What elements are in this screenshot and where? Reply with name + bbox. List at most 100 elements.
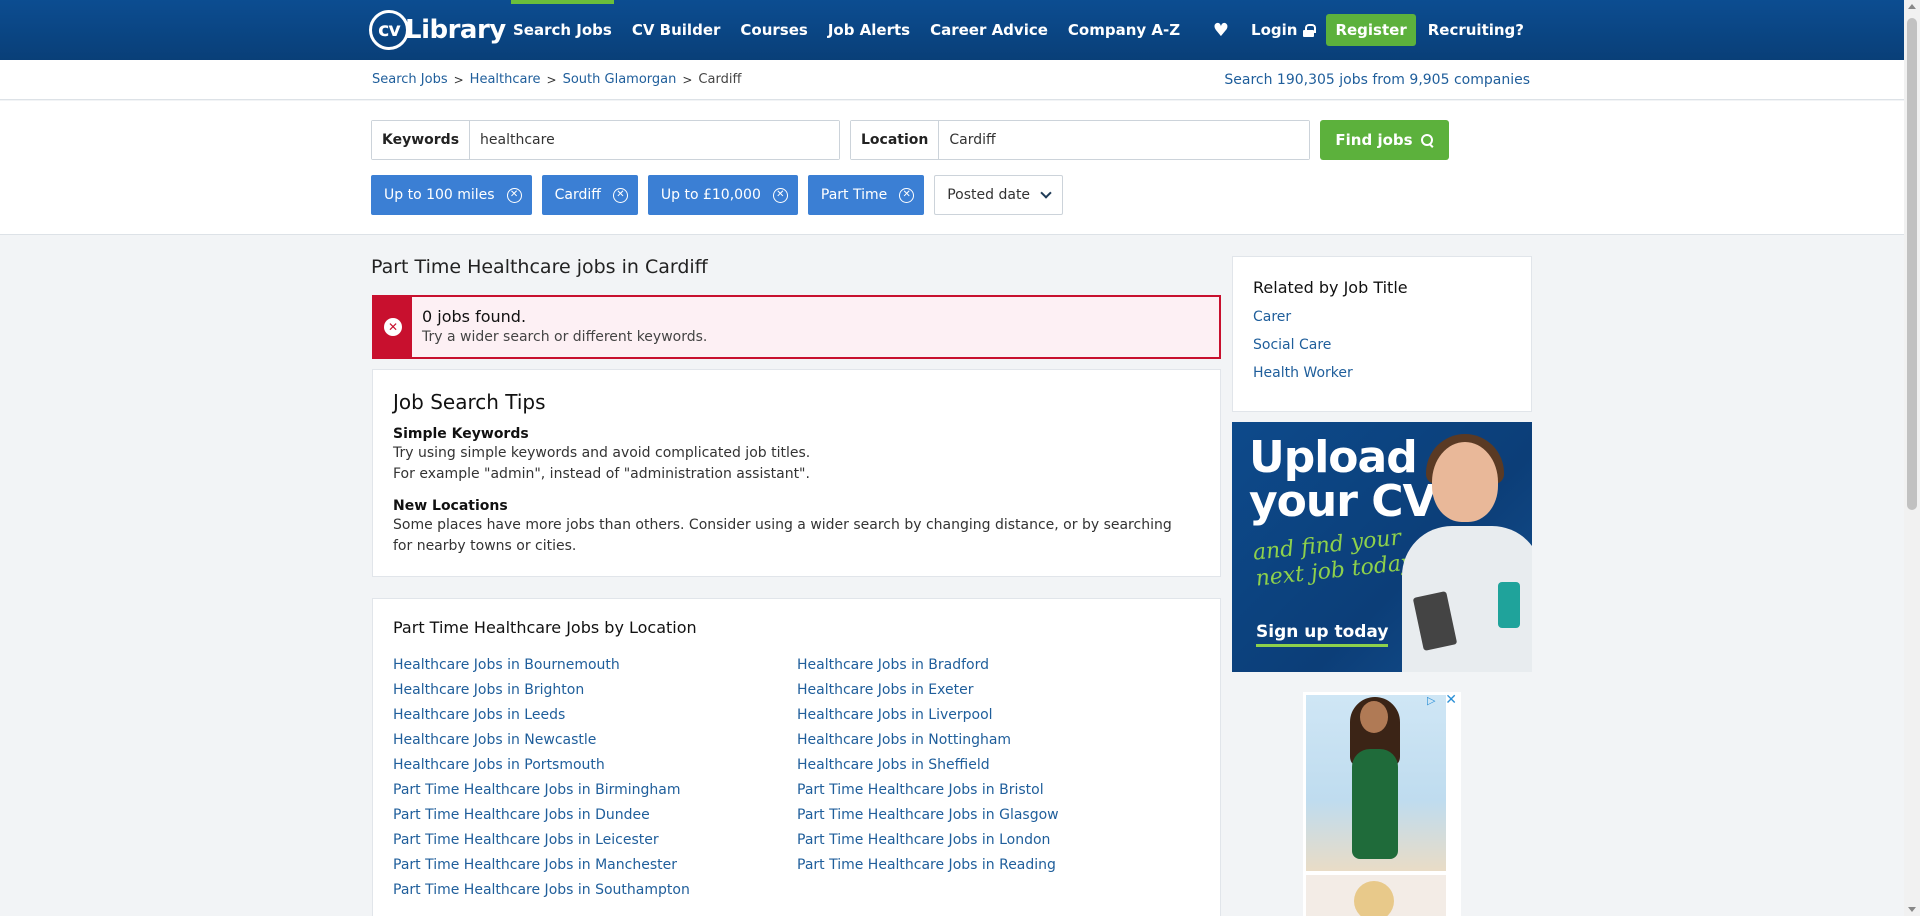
register-button[interactable]: Register: [1326, 14, 1416, 46]
filter-chip-label: Up to £10,000: [660, 187, 761, 203]
location-label: Location: [851, 121, 940, 159]
location-links-list: Healthcare Jobs in Bournemouth Healthcar…: [393, 653, 1193, 903]
nav-job-alerts[interactable]: Job Alerts: [818, 0, 920, 60]
search-icon: [1420, 133, 1434, 147]
keywords-input[interactable]: [470, 121, 839, 159]
breadcrumb-south-glamorgan[interactable]: South Glamorgan: [563, 72, 677, 87]
search-panel: Keywords Location Find jobs Up to 100 mi…: [0, 101, 1904, 235]
saved-jobs-heart-icon[interactable]: ♥: [1213, 20, 1229, 41]
filter-chip-salary[interactable]: Up to £10,000 ✕: [647, 175, 798, 215]
breadcrumb-separator: >: [546, 72, 557, 87]
find-jobs-label: Find jobs: [1335, 131, 1413, 149]
location-link[interactable]: Part Time Healthcare Jobs in Bristol: [797, 778, 1193, 803]
location-link[interactable]: Part Time Healthcare Jobs in Glasgow: [797, 803, 1193, 828]
companies-link[interactable]: companies: [1454, 72, 1530, 88]
location-link[interactable]: Healthcare Jobs in Exeter: [797, 678, 1193, 703]
tip-text: Try using simple keywords and avoid comp…: [393, 445, 811, 461]
cv-library-logo[interactable]: cv Library: [369, 9, 506, 51]
jobs-by-location-title: Part Time Healthcare Jobs by Location: [393, 618, 697, 637]
find-jobs-button[interactable]: Find jobs: [1320, 120, 1449, 160]
alert-message: Try a wider search or different keywords…: [422, 329, 708, 345]
adchoices-icon[interactable]: ▷: [1427, 694, 1439, 707]
related-link-carer[interactable]: Carer: [1253, 307, 1353, 335]
location-link[interactable]: Part Time Healthcare Jobs in London: [797, 828, 1193, 853]
main-nav: Search Jobs CV Builder Courses Job Alert…: [511, 0, 1190, 60]
logo-text: Library: [405, 15, 506, 45]
location-link[interactable]: Healthcare Jobs in Brighton: [393, 678, 797, 703]
related-link-social-care[interactable]: Social Care: [1253, 335, 1353, 363]
filter-chip-location[interactable]: Cardiff ✕: [541, 175, 638, 215]
job-search-tips: Job Search Tips Simple Keywords Try usin…: [372, 369, 1221, 577]
remove-filter-icon[interactable]: ✕: [772, 187, 788, 203]
breadcrumb-separator: >: [682, 72, 693, 87]
location-link[interactable]: Healthcare Jobs in Bradford: [797, 653, 1193, 678]
location-link[interactable]: Healthcare Jobs in Nottingham: [797, 728, 1193, 753]
location-field: Location: [850, 120, 1310, 160]
scroll-up-arrow-icon[interactable]: [1908, 4, 1916, 9]
advert-image: [1306, 695, 1446, 871]
nav-career-advice[interactable]: Career Advice: [920, 0, 1058, 60]
remove-filter-icon[interactable]: ✕: [506, 187, 522, 203]
remove-filter-icon[interactable]: ✕: [612, 187, 628, 203]
related-link-health-worker[interactable]: Health Worker: [1253, 363, 1353, 391]
breadcrumb: Search Jobs > Healthcare > South Glamorg…: [372, 72, 741, 87]
breadcrumb-bar: Search Jobs > Healthcare > South Glamorg…: [0, 60, 1904, 100]
top-navigation-bar: cv Library Search Jobs CV Builder Course…: [0, 0, 1904, 60]
nav-courses[interactable]: Courses: [730, 0, 817, 60]
job-count-jobs: 190,305: [1276, 72, 1335, 88]
chevron-down-icon: [1040, 187, 1052, 199]
location-link[interactable]: Part Time Healthcare Jobs in Reading: [797, 853, 1193, 878]
remove-filter-icon[interactable]: ✕: [899, 187, 915, 203]
nav-search-jobs[interactable]: Search Jobs: [511, 0, 622, 60]
login-label: Login: [1251, 21, 1298, 39]
location-link[interactable]: Part Time Healthcare Jobs in Dundee: [393, 803, 797, 828]
filter-chip-label: Up to 100 miles: [384, 187, 495, 203]
page-title: Part Time Healthcare jobs in Cardiff: [371, 256, 708, 278]
location-input[interactable]: [939, 121, 1309, 159]
nav-company-a-z[interactable]: Company A-Z: [1058, 0, 1190, 60]
breadcrumb-search-jobs[interactable]: Search Jobs: [372, 72, 448, 87]
display-advert[interactable]: ▷ ✕: [1303, 692, 1461, 916]
nav-cv-builder[interactable]: CV Builder: [622, 0, 731, 60]
breadcrumb-current: Cardiff: [698, 72, 742, 87]
breadcrumb-healthcare[interactable]: Healthcare: [470, 72, 541, 87]
location-link[interactable]: Part Time Healthcare Jobs in Southampton: [393, 878, 797, 903]
location-link[interactable]: Healthcare Jobs in Bournemouth: [393, 653, 797, 678]
filter-chip-label: Part Time: [820, 187, 888, 203]
no-results-alert: ✕ 0 jobs found. Try a wider search or di…: [372, 295, 1221, 359]
location-link[interactable]: Healthcare Jobs in Portsmouth: [393, 753, 797, 778]
error-icon: ✕: [384, 318, 402, 336]
location-link[interactable]: Part Time Healthcare Jobs in Manchester: [393, 853, 797, 878]
login-link[interactable]: Login: [1251, 21, 1317, 39]
close-ad-icon[interactable]: ✕: [1445, 692, 1457, 708]
person-head: [1432, 442, 1498, 522]
keywords-field: Keywords: [371, 120, 840, 160]
location-link[interactable]: Healthcare Jobs in Leeds: [393, 703, 797, 728]
banner-sign-up-cta[interactable]: Sign up today: [1256, 622, 1389, 647]
scrollbar-thumb[interactable]: [1907, 18, 1917, 510]
upload-cv-banner[interactable]: Upload your CV and find your next job to…: [1232, 422, 1532, 672]
alert-side: ✕: [374, 297, 412, 357]
filter-chip-job-type[interactable]: Part Time ✕: [807, 175, 925, 215]
location-link[interactable]: Healthcare Jobs in Liverpool: [797, 703, 1193, 728]
figure-hair-blonde: [1354, 881, 1394, 916]
tip-heading-simple-keywords: Simple Keywords: [393, 426, 529, 442]
advert-image-second: [1306, 875, 1446, 916]
location-link[interactable]: Healthcare Jobs in Newcastle: [393, 728, 797, 753]
alert-title: 0 jobs found.: [422, 307, 527, 326]
location-link[interactable]: Healthcare Jobs in Sheffield: [797, 753, 1193, 778]
location-link[interactable]: Part Time Healthcare Jobs in Birmingham: [393, 778, 797, 803]
banner-person-image: [1392, 434, 1532, 672]
location-link[interactable]: Part Time Healthcare Jobs in Leicester: [393, 828, 797, 853]
filter-chip-distance[interactable]: Up to 100 miles ✕: [371, 175, 532, 215]
job-count-mid: jobs from: [1339, 72, 1405, 88]
logo-cv-mark: cv: [369, 10, 409, 50]
active-filters: Up to 100 miles ✕ Cardiff ✕ Up to £10,00…: [371, 175, 1064, 215]
filter-chip-label: Cardiff: [554, 187, 601, 203]
recruiting-link[interactable]: Recruiting?: [1428, 21, 1524, 39]
sort-by-select[interactable]: Posted date: [934, 175, 1064, 215]
page-scrollbar[interactable]: [1904, 0, 1920, 916]
tip-text: For example "admin", instead of "adminis…: [393, 466, 810, 482]
related-title: Related by Job Title: [1253, 278, 1408, 297]
scroll-down-arrow-icon[interactable]: [1908, 907, 1916, 912]
